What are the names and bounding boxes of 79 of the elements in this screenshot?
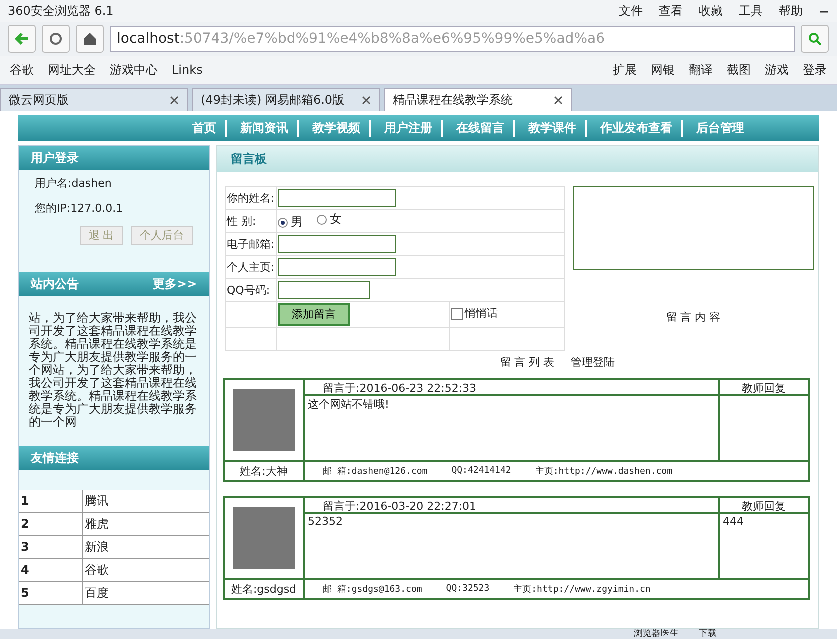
link-number: 3: [19, 536, 83, 558]
close-icon[interactable]: [554, 96, 563, 104]
homepage-input[interactable]: [278, 258, 396, 276]
author-email: 邮 箱:dashen@126.com: [323, 466, 428, 478]
bookmark-item[interactable]: Links: [172, 63, 203, 77]
toolbar-item[interactable]: 翻译: [689, 62, 713, 78]
friend-link[interactable]: 腾讯: [83, 492, 209, 510]
back-button[interactable]: [8, 25, 36, 53]
friend-link[interactable]: 百度: [83, 584, 209, 602]
message-time: 留言于:2016-03-20 22:27:01: [304, 497, 719, 513]
message-content: 52352: [304, 513, 719, 579]
author-qq: QQ:42414142: [452, 466, 512, 476]
link-number: 4: [19, 559, 83, 581]
ip-text: 您的IP:127.0.0.1: [35, 201, 124, 216]
address-field[interactable]: localhost:50743/%e7%bd%91%e4%b8%8a%e6%95%99%e5%ad%a6: [110, 26, 795, 52]
panel-title: 友情连接: [31, 450, 79, 466]
link-number: 1: [19, 490, 83, 512]
notice-text: 站，为了给大家带来帮助，我公司开发了这套精品课程在线教学系统。精品课程在线教学系统是专为广大朋友提供教学服务的一个网站，为了给大家带来帮助，我公司开发了这套精品课程在线教学系统。精品课程在线教学系统是专为广大朋友提供教学服务的一个网: [28, 310, 198, 431]
reply-label: 教师回复: [719, 379, 809, 395]
toolbar-item[interactable]: 扩展: [613, 62, 637, 78]
browser-tab[interactable]: 精品课程在线教学系统: [384, 88, 572, 111]
board-title: 留言板: [231, 150, 267, 168]
gender-radio[interactable]: 女: [317, 211, 342, 228]
author-email: 邮 箱:gsdgs@163.com: [323, 584, 422, 596]
author-qq: QQ:32523: [446, 584, 490, 594]
home-button[interactable]: [76, 25, 104, 53]
window-title: 360安全浏览器 6.1: [8, 2, 114, 20]
teacher-reply: 444: [723, 515, 744, 528]
field-label: 你的姓名:: [226, 186, 276, 210]
back-arrow-icon: [14, 32, 30, 46]
menu-item[interactable]: 查看: [659, 2, 683, 20]
author-name: 姓名:大神: [224, 461, 304, 481]
friend-link[interactable]: 新浪: [83, 538, 209, 556]
close-icon[interactable]: [170, 96, 179, 104]
bookmark-item[interactable]: 网址大全: [48, 62, 96, 78]
toolbar-item[interactable]: 游戏: [765, 62, 789, 78]
content-label: 留 言 内 容: [666, 310, 721, 325]
author-name: 姓名:gsdgsd: [224, 579, 304, 599]
qq-input[interactable]: [278, 281, 370, 299]
link-number: 5: [19, 582, 83, 604]
author-homepage: 主页:http://www.zgyimin.cn: [514, 584, 651, 596]
toolbar-item[interactable]: 登录: [803, 62, 827, 78]
message-time: 留言于:2016-06-23 22:52:33: [304, 379, 719, 395]
refresh-button[interactable]: [42, 25, 70, 53]
bookmark-item[interactable]: 谷歌: [10, 62, 34, 78]
browser-tab[interactable]: (49封未读) 网易邮箱6.0版: [192, 88, 380, 111]
toolbar-item[interactable]: 截图: [727, 62, 751, 78]
search-icon[interactable]: [801, 25, 829, 53]
email-input[interactable]: [278, 235, 396, 253]
username-text: 用户名:dashen: [35, 176, 113, 191]
admin-link[interactable]: 管理登陆: [570, 355, 615, 370]
field-label: 个人主页:: [226, 256, 276, 278]
list-link[interactable]: 留 言 列 表: [500, 355, 555, 370]
menu-item[interactable]: 文件: [619, 2, 643, 20]
field-label: 电子邮箱:: [226, 232, 276, 256]
name-input[interactable]: [278, 189, 396, 207]
avatar-placeholder: [233, 389, 295, 451]
content-textarea[interactable]: [573, 186, 814, 270]
field-label: QQ号码:: [226, 278, 276, 302]
submit-button[interactable]: 添加留言: [278, 303, 350, 326]
panel-title: 用户登录: [31, 150, 79, 166]
menu-item[interactable]: 工具: [739, 2, 763, 20]
author-homepage: 主页:http://www.dashen.com: [535, 466, 673, 478]
friend-link[interactable]: 谷歌: [83, 562, 209, 578]
menu-item[interactable]: 帮助: [779, 2, 803, 20]
reply-label: 教师回复: [719, 497, 809, 513]
message-content: 这个网站不错哦!: [304, 395, 719, 461]
gender-radio[interactable]: 男: [278, 214, 303, 231]
toolbar-item[interactable]: 网银: [651, 62, 675, 78]
avatar-placeholder: [233, 507, 295, 569]
panel-title: 站内公告: [31, 276, 79, 292]
menu-item[interactable]: 收藏: [699, 2, 723, 20]
home-icon: [83, 32, 97, 46]
bookmark-item[interactable]: 游戏中心: [110, 62, 158, 78]
close-icon[interactable]: [362, 96, 371, 104]
friend-link[interactable]: 雅虎: [83, 516, 209, 532]
browser-tab[interactable]: 微云网页版: [0, 88, 188, 111]
field-label: 性 别:: [226, 210, 276, 232]
link-number: 2: [19, 513, 83, 535]
